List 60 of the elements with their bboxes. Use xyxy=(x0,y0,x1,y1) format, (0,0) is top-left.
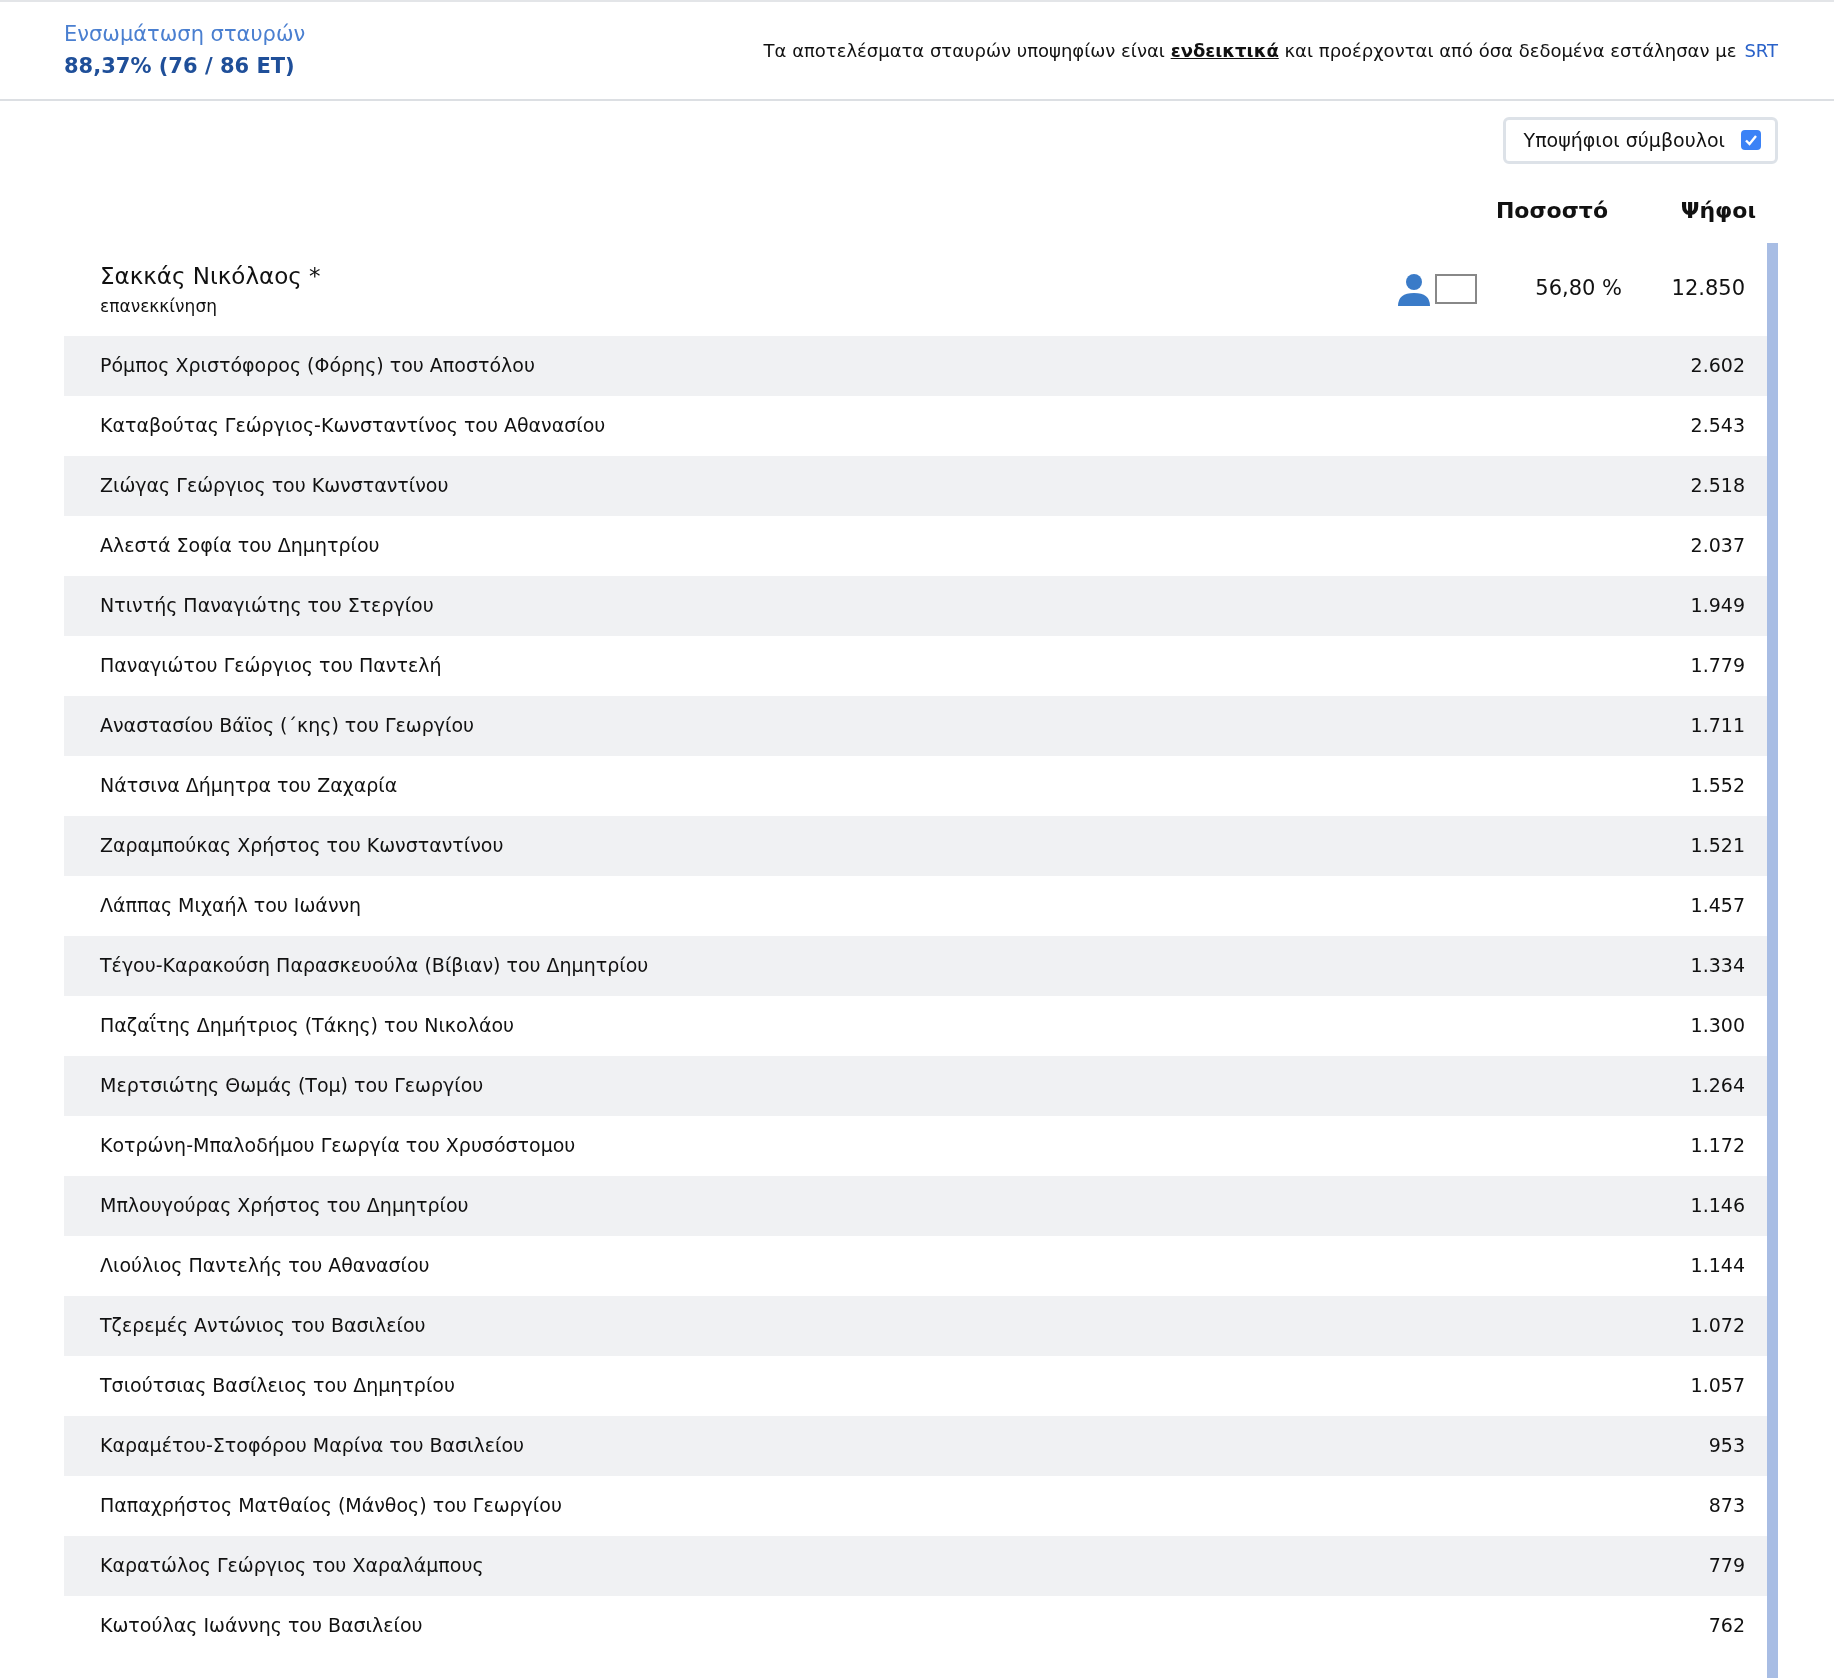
vote-count: 12.850 xyxy=(1670,275,1746,303)
scrollbar[interactable] xyxy=(1767,242,1778,1678)
vote-count: 1.779 xyxy=(1689,653,1746,679)
column-header: Ψήφοι xyxy=(1679,196,1757,225)
candidate-name: Τζερεμές Αντώνιος του Βασιλείου xyxy=(100,1313,427,1339)
vote-count: 2.037 xyxy=(1689,533,1746,559)
header-title: Ενσωμάτωση σταυρών xyxy=(64,21,306,48)
candidate-name: Μπλουγούρας Χρήστος του Δημητρίου xyxy=(100,1193,470,1219)
candidate-name: Μερτσιώτης Θωμάς (Τομ) του Γεωργίου xyxy=(100,1073,485,1099)
notice-text: Τα αποτελέσματα σταυρών υποψηφίων είναι ενδεικτικά και προέρχονται από όσα δεδομένα εστάλησαν με xyxy=(763,39,1737,63)
candidate-name: Κοτρώνη-Μπαλοδήμου Γεωργία του Χρυσόστομου xyxy=(100,1133,577,1159)
vote-count: 762 xyxy=(1707,1613,1746,1639)
candidate-name: Κωτούλας Ιωάννης του Βασιλείου xyxy=(100,1613,424,1639)
candidate-name: Λιούλιος Παντελής του Αθανασίου xyxy=(100,1253,431,1279)
check-icon xyxy=(1744,133,1758,148)
checkbox[interactable] xyxy=(1741,130,1761,151)
candidate-name: Παπαχρήστος Ματθαίος (Μάνθος) του Γεωργίου xyxy=(100,1493,563,1519)
vote-count: 1.552 xyxy=(1689,773,1746,799)
vote-count: 873 xyxy=(1707,1493,1746,1519)
candidate-name: Παζαΐτης Δημήτριος (Τάκης) του Νικολάου xyxy=(100,1012,516,1039)
vote-count: 779 xyxy=(1707,1553,1746,1579)
person-icon xyxy=(1397,272,1431,306)
candidates-toggle[interactable]: Υποψήφιοι σύμβουλοι xyxy=(1502,117,1778,164)
candidate-name: Σακκάς Νικόλαος * xyxy=(100,262,322,291)
column-header: Ποσοστό xyxy=(1494,196,1608,225)
candidate-subtitle: επανεκκίνηση xyxy=(100,294,218,318)
vote-count: 1.146 xyxy=(1689,1193,1746,1219)
percentage: 56,80 % xyxy=(1534,275,1622,303)
vote-count: 1.334 xyxy=(1689,953,1746,979)
vote-count: 1.172 xyxy=(1689,1133,1746,1159)
candidate-name: Νάτσινα Δήμητρα του Ζαχαρία xyxy=(100,773,399,799)
vote-count: 1.144 xyxy=(1689,1253,1746,1279)
candidate-name: Τέγου-Καρακούση Παρασκευούλα (Βίβιαν) του Δημητρίου xyxy=(100,953,650,979)
candidate-name: Καρατώλος Γεώργιος του Χαραλάμπους xyxy=(100,1553,485,1579)
candidate-name: Παναγιώτου Γεώργιος του Παντελή xyxy=(100,653,443,679)
vote-count: 1.072 xyxy=(1689,1313,1746,1339)
candidate-name: Ζιώγας Γεώργιος του Κωνσταντίνου xyxy=(100,473,450,499)
vote-count: 2.543 xyxy=(1689,413,1746,439)
candidate-name: Καταβούτας Γεώργιος-Κωνσταντίνος του Αθανασίου xyxy=(100,413,607,439)
srt-link[interactable]: SRT xyxy=(1744,37,1778,64)
integration-percentage: 88,37% (76 / 86 ΕΤ) xyxy=(64,52,296,80)
candidate-name: Καραμέτου-Στοφόρου Μαρίνα του Βασιλείου xyxy=(100,1433,526,1459)
vote-count: 1.457 xyxy=(1689,893,1746,919)
vote-count: 2.518 xyxy=(1689,473,1746,499)
vote-count: 1.711 xyxy=(1689,713,1746,739)
candidate-name: Αλεστά Σοφία του Δημητρίου xyxy=(100,533,381,559)
vote-count: 1.949 xyxy=(1689,593,1746,619)
vote-count: 2.602 xyxy=(1689,353,1746,379)
candidate-name: Ρόμπος Χριστόφορος (Φόρης) του Αποστόλου xyxy=(100,353,536,379)
candidate-name: Αναστασίου Βάϊος (΄κης) του Γεωργίου xyxy=(100,713,476,739)
vote-count: 1.057 xyxy=(1689,1373,1746,1399)
candidate-name: Τσιούτσιας Βασίλειος του Δημητρίου xyxy=(100,1373,456,1399)
candidate-name: Λάππας Μιχαήλ του Ιωάννη xyxy=(100,893,363,919)
vote-count: 1.521 xyxy=(1689,833,1746,859)
vote-count: 953 xyxy=(1707,1433,1746,1459)
candidate-name: Ντιντής Παναγιώτης του Στεργίου xyxy=(100,593,435,619)
candidate-name: Ζαραμπούκας Χρήστος του Κωνσταντίνου xyxy=(100,833,505,859)
select-box[interactable] xyxy=(1435,274,1477,304)
vote-count: 1.300 xyxy=(1689,1013,1746,1039)
vote-count: 1.264 xyxy=(1689,1073,1746,1099)
